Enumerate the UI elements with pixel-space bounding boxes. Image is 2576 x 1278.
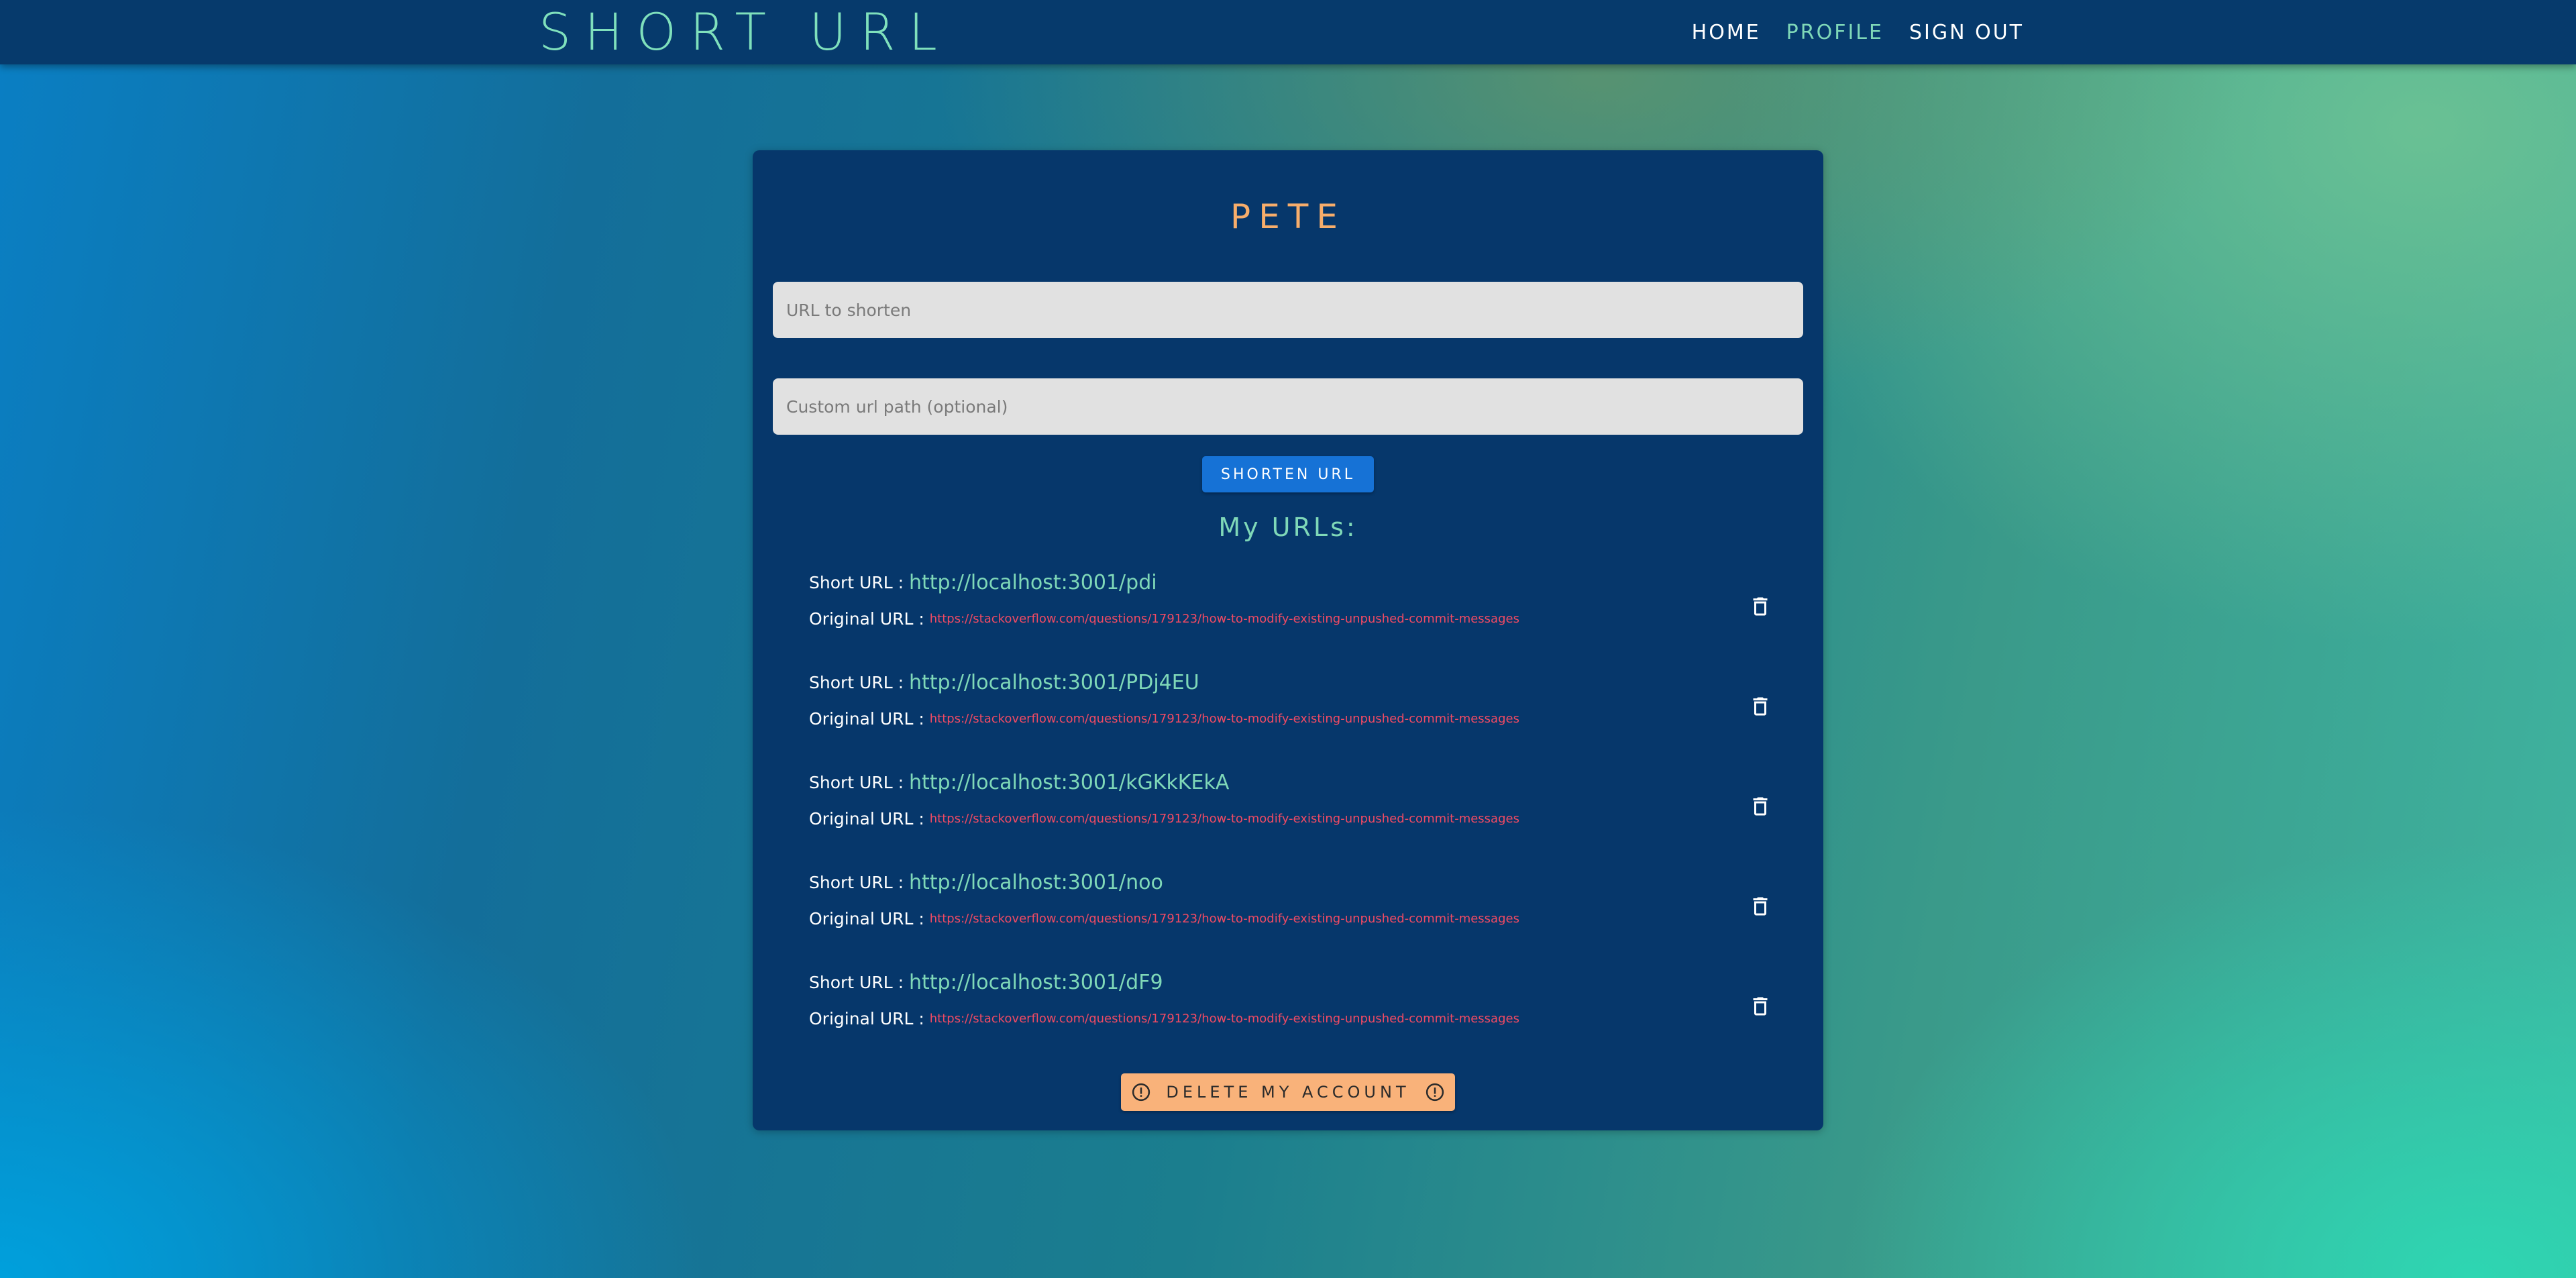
brand-logo[interactable]: SHORT URL	[539, 0, 951, 64]
short-url-link[interactable]: http://localhost:3001/kGKkKEkA	[909, 771, 1229, 794]
short-url-link[interactable]: http://localhost:3001/PDj4EU	[909, 671, 1199, 694]
short-url-line: Short URL : http://localhost:3001/kGKkKE…	[809, 765, 1229, 800]
url-list-item: Short URL : http://localhost:3001/pdi Or…	[809, 565, 1788, 665]
trash-icon[interactable]	[1748, 593, 1772, 620]
original-url-line: Original URL : https://stackoverflow.com…	[809, 1001, 1519, 1036]
short-url-label: Short URL :	[809, 672, 904, 692]
original-url-line: Original URL : https://stackoverflow.com…	[809, 701, 1519, 736]
original-url-label: Original URL :	[809, 608, 924, 629]
trash-icon[interactable]	[1748, 893, 1772, 920]
profile-card: PETE SHORTEN URL My URLs: Short URL : ht…	[753, 150, 1823, 1130]
trash-icon[interactable]	[1748, 793, 1772, 820]
original-url-line: Original URL : https://stackoverflow.com…	[809, 801, 1519, 836]
delete-account-button[interactable]: DELETE MY ACCOUNT	[1121, 1073, 1455, 1111]
original-url-line: Original URL : https://stackoverflow.com…	[809, 901, 1519, 936]
original-url-link[interactable]: https://stackoverflow.com/questions/1791…	[930, 712, 1519, 726]
short-url-line: Short URL : http://localhost:3001/noo	[809, 865, 1163, 900]
original-url-link[interactable]: https://stackoverflow.com/questions/1791…	[930, 1012, 1519, 1026]
url-list: Short URL : http://localhost:3001/pdi Or…	[809, 565, 1788, 1065]
nav-sign-out-link[interactable]: SIGN OUT	[1909, 21, 2024, 44]
original-url-line: Original URL : https://stackoverflow.com…	[809, 601, 1519, 636]
nav-profile-link[interactable]: PROFILE	[1786, 21, 1884, 44]
short-url-label: Short URL :	[809, 872, 904, 892]
nav-home-link[interactable]: HOME	[1692, 21, 1761, 44]
short-url-line: Short URL : http://localhost:3001/pdi	[809, 565, 1157, 600]
short-url-label: Short URL :	[809, 972, 904, 992]
trash-icon[interactable]	[1748, 693, 1772, 720]
alert-circle-icon	[1426, 1083, 1444, 1102]
my-urls-heading: My URLs:	[1218, 513, 1358, 542]
short-url-line: Short URL : http://localhost:3001/dF9	[809, 965, 1163, 1000]
original-url-label: Original URL :	[809, 1008, 924, 1028]
short-url-link[interactable]: http://localhost:3001/pdi	[909, 571, 1157, 594]
delete-account-label: DELETE MY ACCOUNT	[1166, 1083, 1410, 1102]
url-list-item: Short URL : http://localhost:3001/noo Or…	[809, 865, 1788, 965]
original-url-label: Original URL :	[809, 808, 924, 829]
original-url-label: Original URL :	[809, 708, 924, 729]
custom-path-input[interactable]	[773, 378, 1803, 435]
url-list-item: Short URL : http://localhost:3001/dF9 Or…	[809, 965, 1788, 1065]
original-url-link[interactable]: https://stackoverflow.com/questions/1791…	[930, 612, 1519, 626]
shorten-url-button[interactable]: SHORTEN URL	[1202, 456, 1374, 492]
original-url-link[interactable]: https://stackoverflow.com/questions/1791…	[930, 812, 1519, 826]
trash-icon[interactable]	[1748, 993, 1772, 1020]
short-url-line: Short URL : http://localhost:3001/PDj4EU	[809, 665, 1199, 700]
url-list-item: Short URL : http://localhost:3001/PDj4EU…	[809, 665, 1788, 765]
short-url-label: Short URL :	[809, 772, 904, 792]
short-url-link[interactable]: http://localhost:3001/dF9	[909, 971, 1163, 994]
short-url-link[interactable]: http://localhost:3001/noo	[909, 871, 1163, 894]
url-list-item: Short URL : http://localhost:3001/kGKkKE…	[809, 765, 1788, 865]
navbar: SHORT URL HOME PROFILE SIGN OUT	[0, 0, 2576, 64]
profile-username: PETE	[1230, 197, 1346, 236]
alert-circle-icon	[1132, 1083, 1150, 1102]
url-to-shorten-input[interactable]	[773, 282, 1803, 338]
original-url-label: Original URL :	[809, 908, 924, 928]
nav-links: HOME PROFILE SIGN OUT	[1692, 0, 2024, 64]
short-url-label: Short URL :	[809, 572, 904, 592]
original-url-link[interactable]: https://stackoverflow.com/questions/1791…	[930, 912, 1519, 926]
